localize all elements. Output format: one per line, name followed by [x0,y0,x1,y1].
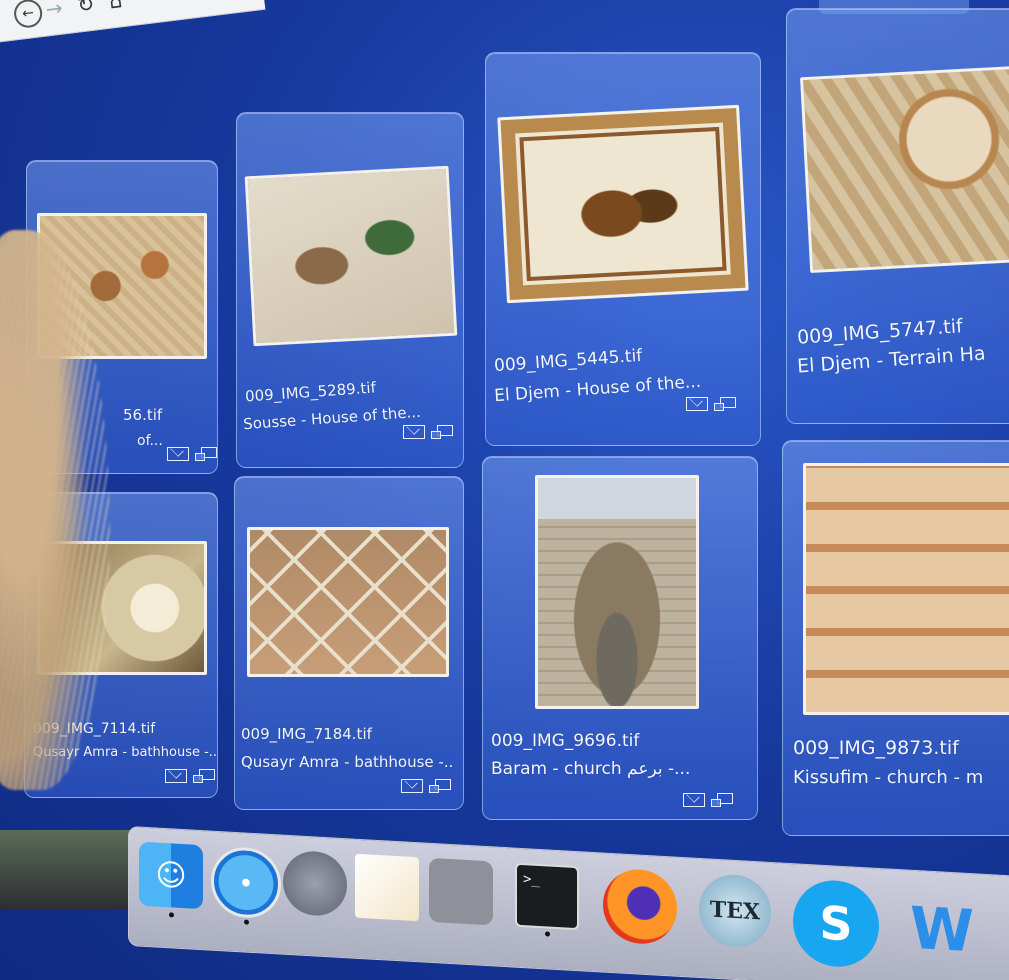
pages-icon[interactable] [355,853,419,922]
thumbnail-image [803,463,1009,715]
image-card[interactable]: 009_IMG_9873.tif Kissufim - church - m [782,440,1009,836]
image-card-partial[interactable]: 56.tif of... [26,160,218,474]
back-arrow-icon[interactable]: ← [12,0,44,30]
card-filename: 009_IMG_9873.tif [793,737,959,759]
card-description: Qusayr Amra - bathhouse -.. [33,745,218,760]
finder-face-glyph: ☺ [155,857,187,894]
card-description: of... [137,433,163,449]
card-filename: 009_IMG_7184.tif [241,725,372,743]
thumbnail-image [37,213,207,359]
mail-icon[interactable] [686,397,708,411]
desktop-wallpaper-fragment [0,830,130,910]
firefox-icon[interactable] [603,867,677,946]
card-description: El Djem - House of the... [493,371,702,407]
thumbnail-image [37,541,207,675]
reload-icon[interactable]: ↻ [76,0,96,17]
forward-arrow-icon[interactable]: → [44,0,64,21]
tex-icon[interactable]: TEX [699,872,771,949]
card-filename: 009_IMG_5747.tif [796,315,964,349]
thumbnail-image [244,165,458,347]
mail-icon[interactable] [401,779,423,793]
screen-icon[interactable] [195,447,217,461]
card-filename: 009_IMG_7114.tif [33,721,156,737]
card-description: Kissufim - church - m [793,767,984,788]
image-card[interactable]: 009_IMG_5289.tif Sousse - House of the..… [236,112,464,468]
card-filename: 009_IMG_5289.tif [244,378,377,406]
card-description: Qusayr Amra - bathhouse -.. [241,753,454,771]
launchpad-icon[interactable] [283,849,347,918]
mail-icon[interactable] [165,769,187,783]
card-description: El Djem - Terrain Ha [796,342,987,378]
word-icon[interactable]: W [899,884,985,975]
thumbnail-image [535,475,699,709]
image-card[interactable]: 009_IMG_7184.tif Qusayr Amra - bathhouse… [234,476,464,810]
desktop-screen: ← → ↻ ⌂ 56.tif of... 009_IMG_5289.tif So… [0,0,1009,980]
mail-icon[interactable] [403,425,425,439]
home-icon[interactable]: ⌂ [108,0,124,14]
terminal-icon[interactable]: >_ [515,862,579,937]
screen-icon[interactable] [431,425,453,439]
card-filename: 009_IMG_5445.tif [493,345,643,377]
system-preferences-icon[interactable] [429,857,493,926]
screen-icon[interactable] [711,793,733,807]
image-card[interactable]: 009_IMG_5747.tif El Djem - Terrain Ha [786,8,1009,424]
browser-toolbar: ← → ↻ ⌂ [0,0,266,43]
card-filename: 56.tif [123,406,163,424]
mail-icon[interactable] [683,793,705,807]
running-indicator [244,919,249,925]
word-label: W [910,893,974,966]
tex-label: TEX [709,896,761,926]
card-description: Sousse - House of the... [242,402,422,434]
skype-label: S [819,895,853,952]
card-description: Baram - church برعم -... [491,759,691,779]
screen-icon[interactable] [429,779,451,793]
card-filename: 009_IMG_9696.tif [491,731,640,751]
thumbnail-image [247,527,449,677]
mail-icon[interactable] [167,447,189,461]
running-indicator [169,912,174,918]
dock: ☺ >_ TEX S W [128,826,1009,980]
image-card[interactable]: 009_IMG_9696.tif Baram - church برعم -..… [482,456,758,820]
thumbnail-image [800,64,1009,274]
image-card[interactable]: 009_IMG_5445.tif El Djem - House of the.… [485,52,761,446]
screen-icon[interactable] [193,769,215,783]
terminal-prompt: >_ [523,871,540,889]
screen-icon[interactable] [714,397,736,411]
running-indicator [545,931,550,937]
thumbnail-image [497,104,749,304]
image-card[interactable]: 009_IMG_7114.tif Qusayr Amra - bathhouse… [24,492,218,798]
skype-icon[interactable]: S [793,878,879,969]
safari-icon[interactable] [211,845,281,925]
finder-icon[interactable]: ☺ [139,841,203,918]
